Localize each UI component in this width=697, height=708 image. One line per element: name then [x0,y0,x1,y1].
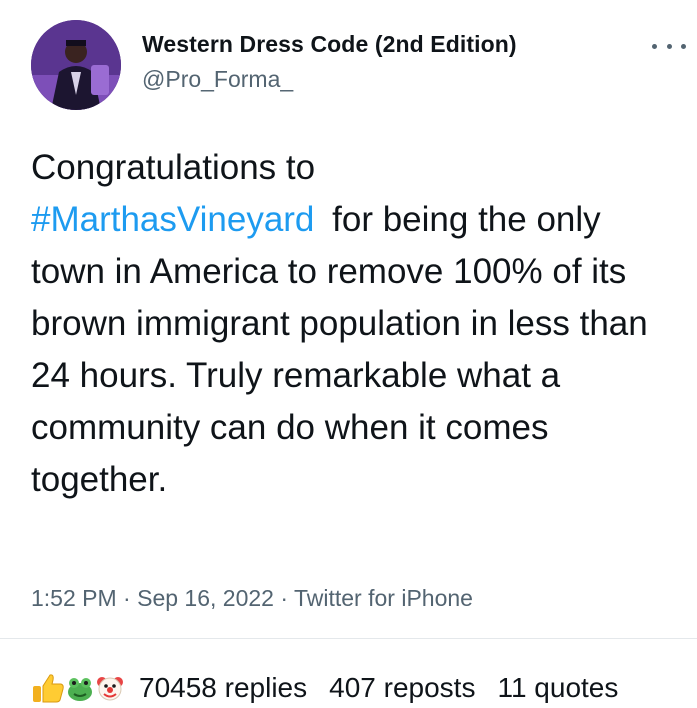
tweet-meta: 1:52 PM · Sep 16, 2022 · Twitter for iPh… [31,585,473,612]
quotes-count[interactable]: 11 quotes [497,672,618,704]
engagement-stats: 70458 replies 407 reposts 11 quotes [31,668,618,708]
tweet-date[interactable]: Sep 16, 2022 [137,585,274,611]
meta-separator: · [280,585,294,611]
more-options-icon[interactable] [652,36,686,56]
clown-face-icon [97,677,123,701]
meta-separator: · [123,585,138,611]
author-handle[interactable]: @Pro_Forma_ [142,66,293,93]
tweet-text-rest: for being the only town in America to re… [31,200,648,499]
tweet-text-start: Congratulations to [31,148,316,187]
author-display-name[interactable]: Western Dress Code (2nd Edition) [142,31,517,58]
reaction-icons [31,672,125,704]
frog-icon [68,678,92,701]
reposts-count[interactable]: 407 reposts [329,672,475,704]
thumbs-up-icon [33,674,64,703]
avatar-portrait-icon [31,20,121,110]
tweet-text: Congratulations to #MarthasVineyard for b… [31,142,681,506]
dot [666,43,672,49]
replies-count[interactable]: 70458 replies [139,672,307,704]
divider [0,638,697,639]
author-avatar[interactable] [31,20,121,110]
dot [652,43,657,49]
tweet-time[interactable]: 1:52 PM [31,585,117,611]
dot [681,43,686,49]
tweet-header: Western Dress Code (2nd Edition) @Pro_Fo… [0,0,697,120]
tweet-source: Twitter for iPhone [293,585,473,611]
hashtag-link[interactable]: #MarthasVineyard [31,200,314,239]
